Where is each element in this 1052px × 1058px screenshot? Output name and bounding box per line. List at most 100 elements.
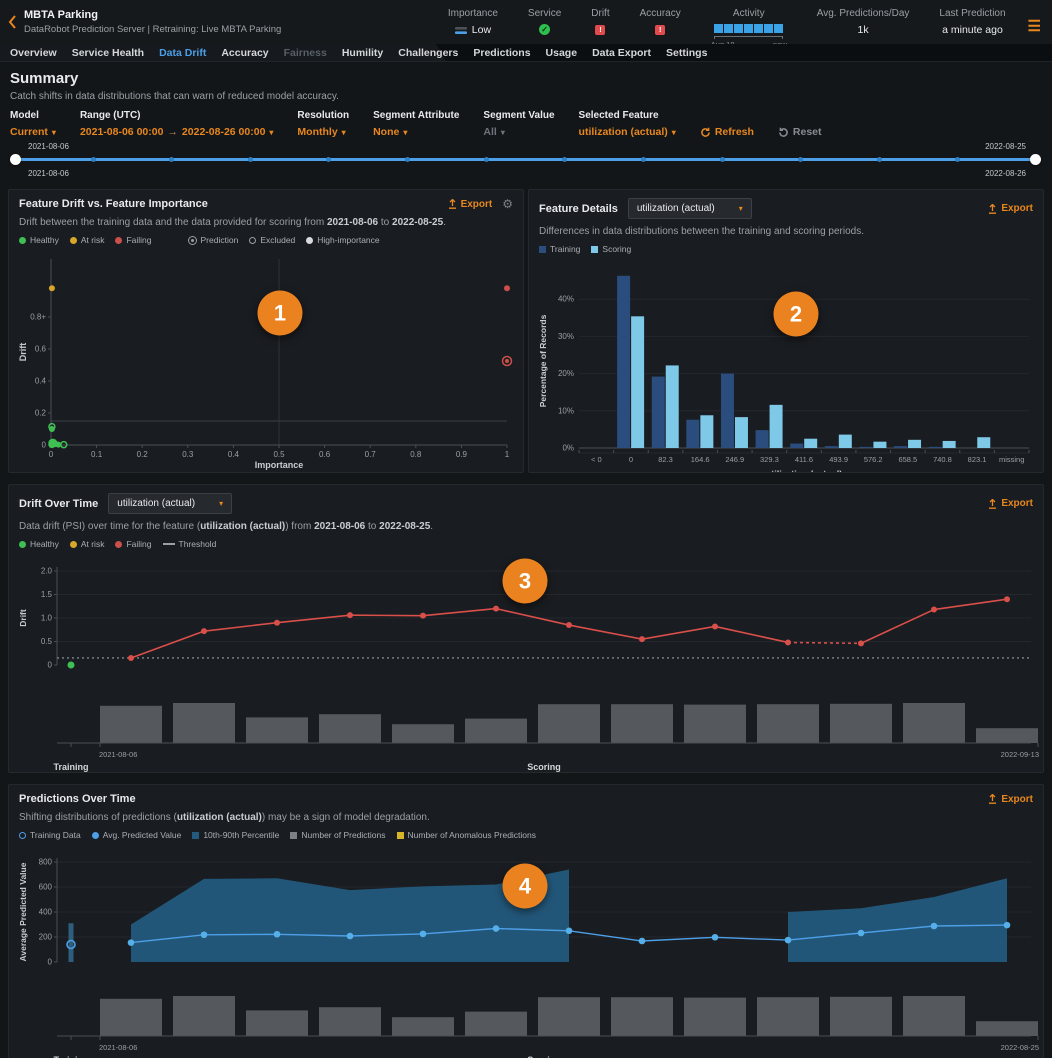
filter-value[interactable]: Monthly▾	[297, 126, 349, 138]
export-button[interactable]: Export	[448, 199, 493, 210]
legend-item-avg-predicted-value: Avg. Predicted Value	[92, 830, 182, 840]
tab-accuracy[interactable]: Accuracy	[221, 47, 268, 59]
reset-button[interactable]: Reset	[778, 126, 822, 138]
slider-tick-dot	[877, 157, 882, 162]
avg-predicted-point	[639, 938, 646, 945]
legend-item-10th-90th-percentile: 10th-90th Percentile	[192, 830, 279, 840]
tab-fairness[interactable]: Fairness	[284, 47, 327, 59]
filter-value[interactable]: utilization (actual)▾	[579, 126, 676, 138]
drift-data-point	[201, 628, 207, 634]
model-select[interactable]: ModelCurrent▾	[10, 110, 56, 138]
prediction-volume-bar	[319, 714, 381, 743]
legend-square-swatch	[290, 832, 297, 839]
back-chevron-icon[interactable]	[8, 15, 16, 29]
slider-start-date-top: 2021-08-06	[28, 142, 69, 151]
svg-text:0.5: 0.5	[41, 637, 53, 646]
stat-label: Accuracy	[640, 8, 681, 19]
export-icon	[988, 794, 997, 804]
tab-usage[interactable]: Usage	[546, 47, 578, 59]
prediction-volume-bar	[319, 1007, 381, 1036]
tab-overview[interactable]: Overview	[10, 47, 57, 59]
deployment-tabbar: Overview Service Health Data Drift Accuracy…	[0, 44, 1052, 62]
tab-data-export[interactable]: Data Export	[592, 47, 651, 59]
svg-text:411.6: 411.6	[795, 455, 813, 464]
prediction-volume-bar	[538, 997, 600, 1036]
slider-tick-dot	[955, 157, 960, 162]
drift-data-point	[1004, 596, 1010, 602]
legend-dash-swatch	[163, 543, 175, 545]
actions-menu-icon[interactable]: ☰	[1028, 5, 1042, 34]
panel-title: Predictions Over Time	[19, 793, 136, 805]
stat-importance: ImportanceLow	[448, 8, 498, 36]
resolution-select[interactable]: ResolutionMonthly▾	[297, 110, 349, 138]
export-button[interactable]: Export	[988, 794, 1033, 805]
stat-label: Avg. Predictions/Day	[817, 8, 910, 19]
histogram-bar-training	[686, 420, 699, 448]
chevron-down-icon: ▾	[403, 128, 407, 137]
segment-attribute-select[interactable]: Segment Attribute None▾	[373, 110, 459, 138]
tab-predictions[interactable]: Predictions	[473, 47, 530, 59]
svg-text:576.2: 576.2	[864, 455, 883, 464]
prediction-volume-bar	[173, 703, 235, 743]
slider-end-date-bottom: 2022-08-26	[985, 169, 1026, 178]
svg-text:0.4: 0.4	[228, 450, 240, 459]
svg-text:329.3: 329.3	[760, 455, 779, 464]
tab-settings[interactable]: Settings	[666, 47, 707, 59]
filter-value[interactable]: Current▾	[10, 126, 56, 138]
slider-handle-end[interactable]	[1030, 154, 1041, 165]
svg-text:Training: Training	[53, 762, 88, 772]
feature-select-dropdown[interactable]: utilization (actual) ▾	[628, 198, 752, 219]
stat-label: Last Prediction	[939, 8, 1005, 19]
activity-square	[714, 24, 723, 33]
prediction-volume-bar	[392, 724, 454, 743]
legend-item-at-risk: At risk	[70, 539, 105, 549]
svg-text:30%: 30%	[558, 332, 574, 341]
svg-text:0.3: 0.3	[182, 450, 194, 459]
filter-value[interactable]: 2021-08-06 00:00→2022-08-26 00:00▾	[80, 126, 273, 138]
legend-target-swatch	[188, 236, 197, 245]
histogram-bar-scoring	[977, 437, 990, 448]
filter-value[interactable]: None▾	[373, 126, 459, 138]
segment-value-select[interactable]: Segment Value All▾	[483, 110, 554, 138]
svg-text:0.8+: 0.8+	[30, 313, 46, 322]
histogram-bar-scoring	[631, 316, 644, 448]
selected-feature-select[interactable]: Selected Featureutilization (actual)▾	[579, 110, 676, 138]
range-select[interactable]: Range (UTC)2021-08-06 00:00→2022-08-26 0…	[80, 110, 273, 138]
feature-select-dropdown[interactable]: utilization (actual) ▾	[108, 493, 232, 514]
deployment-title: MBTA Parking	[24, 9, 281, 21]
prediction-volume-bar	[830, 997, 892, 1036]
tab-service-health[interactable]: Service Health	[72, 47, 144, 59]
prediction-volume-bar	[611, 704, 673, 743]
filter-label: Segment Value	[483, 110, 554, 121]
histogram-bar-scoring	[873, 442, 886, 448]
legend-item-failing: Failing	[115, 539, 151, 549]
panel-title: Feature Drift vs. Feature Importance	[19, 198, 208, 210]
settings-gear-icon[interactable]: ⚙	[502, 198, 513, 210]
chevron-down-icon: ▾	[739, 204, 743, 213]
export-button[interactable]: Export	[988, 203, 1033, 214]
activity-square	[744, 24, 753, 33]
chevron-down-icon: ▾	[52, 128, 56, 137]
filter-label: Segment Attribute	[373, 110, 459, 121]
tab-humility[interactable]: Humility	[342, 47, 383, 59]
svg-text:0.8: 0.8	[410, 450, 422, 459]
tab-challengers[interactable]: Challengers	[398, 47, 458, 59]
filter-value[interactable]: All▾	[483, 126, 554, 138]
drift-data-point	[420, 613, 426, 619]
panel-description: Data drift (PSI) over time for the featu…	[9, 514, 1043, 532]
legend-item-at-risk: At risk	[70, 235, 105, 245]
stat-label: Drift	[591, 8, 609, 19]
tab-data-drift[interactable]: Data Drift	[159, 47, 206, 59]
slider-handle-start[interactable]	[10, 154, 21, 165]
annotation-marker-3: 3	[503, 559, 548, 604]
svg-text:2.0: 2.0	[41, 567, 53, 576]
legend-dot-swatch	[19, 237, 26, 244]
svg-text:82.3: 82.3	[658, 455, 673, 464]
activity-bracket	[714, 36, 783, 39]
export-button[interactable]: Export	[988, 498, 1033, 509]
refresh-button[interactable]: Refresh	[700, 126, 754, 138]
scatter-plot: 00.10.20.30.40.50.60.70.80.9100.20.40.60…	[15, 249, 517, 473]
slider-tick-dot	[720, 157, 725, 162]
data-drift-dashboard: MBTA Parking DataRobot Prediction Server…	[0, 0, 1052, 1058]
svg-text:0.4: 0.4	[35, 377, 47, 386]
